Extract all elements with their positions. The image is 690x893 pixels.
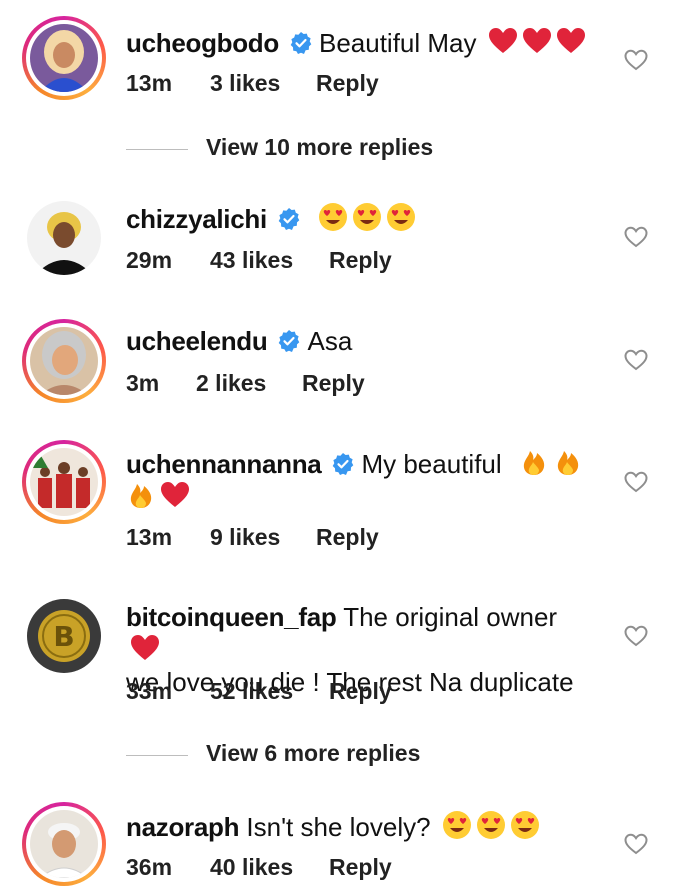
comment-time: 3m [126, 370, 160, 396]
comment-time: 13m [126, 524, 173, 550]
comment-time: 13m [126, 70, 173, 96]
avatar-story-ring[interactable] [22, 16, 106, 100]
view-more-replies-button[interactable]: View 6 more replies [126, 740, 526, 772]
like-heart-icon[interactable] [624, 833, 648, 855]
comment-likes[interactable]: 40 likes [210, 854, 293, 881]
comment-likes[interactable]: 43 likes [210, 247, 293, 274]
fire-emoji-icon [553, 447, 583, 477]
avatar-story-ring[interactable] [22, 319, 106, 403]
fire-emoji-icon [126, 480, 156, 510]
heart-eyes-emoji-icon [386, 202, 416, 232]
svg-text:B: B [53, 620, 74, 653]
red-heart-emoji-icon [522, 26, 552, 56]
avatar [30, 448, 98, 516]
comment-text: Beautiful May [318, 28, 477, 58]
comment-likes[interactable]: 9 likes [210, 524, 280, 551]
comment-text: My beautiful [361, 449, 502, 479]
verified-badge-icon [277, 207, 301, 231]
avatar-wrapper[interactable] [22, 196, 106, 280]
heart-eyes-emoji-icon [442, 810, 472, 840]
red-heart-emoji-icon [160, 480, 190, 510]
reply-button[interactable]: Reply [329, 678, 392, 705]
red-heart-emoji-icon [488, 26, 518, 56]
comment-body: ucheogbodo Beautiful May [126, 26, 596, 59]
avatar-story-ring[interactable] [22, 802, 106, 886]
like-heart-icon[interactable] [624, 471, 648, 493]
avatar [27, 201, 101, 275]
reply-button[interactable]: Reply [329, 854, 392, 881]
comment-username[interactable]: ucheogbodo [126, 28, 279, 58]
comment-username[interactable]: chizzyalichi [126, 204, 267, 234]
divider-line [126, 755, 188, 756]
verified-badge-icon [331, 452, 355, 476]
comment-likes[interactable]: 52 likes [210, 678, 293, 705]
avatar [30, 327, 98, 395]
comment-likes[interactable]: 3 likes [210, 70, 280, 97]
avatar [30, 24, 98, 92]
view-more-replies-label: View 10 more replies [206, 134, 434, 160]
comment-body: nazoraph Isn't she lovely? [126, 810, 596, 843]
like-heart-icon[interactable] [624, 349, 648, 371]
like-heart-icon[interactable] [624, 625, 648, 647]
comment-username[interactable]: bitcoinqueen_fap [126, 602, 337, 632]
heart-eyes-emoji-icon [476, 810, 506, 840]
comment-username[interactable]: uchennannanna [126, 449, 322, 479]
comment-body: ucheelendu Asa [126, 325, 596, 357]
comment-time: 36m [126, 854, 173, 880]
reply-button[interactable]: Reply [316, 70, 379, 97]
reply-button[interactable]: Reply [302, 370, 365, 397]
comment-username[interactable]: nazoraph [126, 812, 239, 842]
comment-text: Isn't she lovely? [246, 812, 431, 842]
heart-eyes-emoji-icon [510, 810, 540, 840]
comment-body: chizzyalichi [126, 202, 596, 235]
view-more-replies-button[interactable]: View 10 more replies [126, 134, 526, 166]
comment-likes[interactable]: 2 likes [196, 370, 266, 397]
comment-username[interactable]: ucheelendu [126, 326, 268, 356]
red-heart-emoji-icon [556, 26, 586, 56]
comment-body: uchennannanna My beautiful [126, 447, 596, 513]
heart-eyes-emoji-icon [352, 202, 382, 232]
verified-badge-icon [289, 31, 313, 55]
comment-text: The original owner [343, 602, 558, 632]
comment-time: 33m [126, 678, 173, 704]
fire-emoji-icon [519, 447, 549, 477]
comment-time: 29m [126, 247, 173, 273]
like-heart-icon[interactable] [624, 226, 648, 248]
reply-button[interactable]: Reply [329, 247, 392, 274]
avatar [30, 810, 98, 878]
reply-button[interactable]: Reply [316, 524, 379, 551]
divider-line [126, 149, 188, 150]
red-heart-emoji-icon [130, 633, 160, 663]
comment-text: Asa [307, 326, 353, 356]
avatar-story-ring[interactable] [22, 440, 106, 524]
view-more-replies-label: View 6 more replies [206, 740, 421, 766]
avatar: B [27, 599, 101, 673]
like-heart-icon[interactable] [624, 49, 648, 71]
verified-badge-icon [277, 329, 301, 353]
avatar-wrapper[interactable]: B [22, 594, 106, 678]
heart-eyes-emoji-icon [318, 202, 348, 232]
